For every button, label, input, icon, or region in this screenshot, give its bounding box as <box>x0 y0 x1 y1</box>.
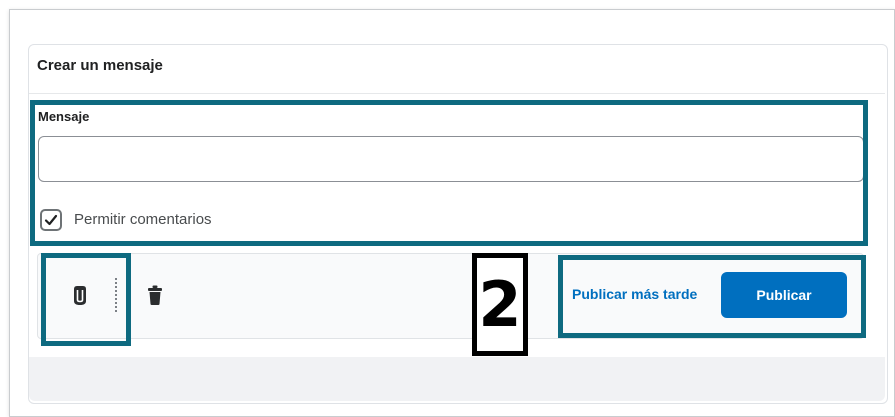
attach-highlight-box <box>41 253 131 346</box>
card-divider <box>29 93 885 94</box>
message-highlight-box <box>30 100 868 246</box>
trash-icon <box>148 285 162 305</box>
publish-later-link[interactable]: Publicar más tarde <box>572 286 697 302</box>
card-footer <box>29 357 885 401</box>
card-title: Crear un mensaje <box>37 57 163 74</box>
step-number-badge: 2 <box>472 253 528 356</box>
delete-button[interactable] <box>140 280 170 312</box>
publish-button[interactable]: Publicar <box>721 272 847 318</box>
screen: Crear un mensaje Mensaje Permitir coment… <box>0 0 895 417</box>
